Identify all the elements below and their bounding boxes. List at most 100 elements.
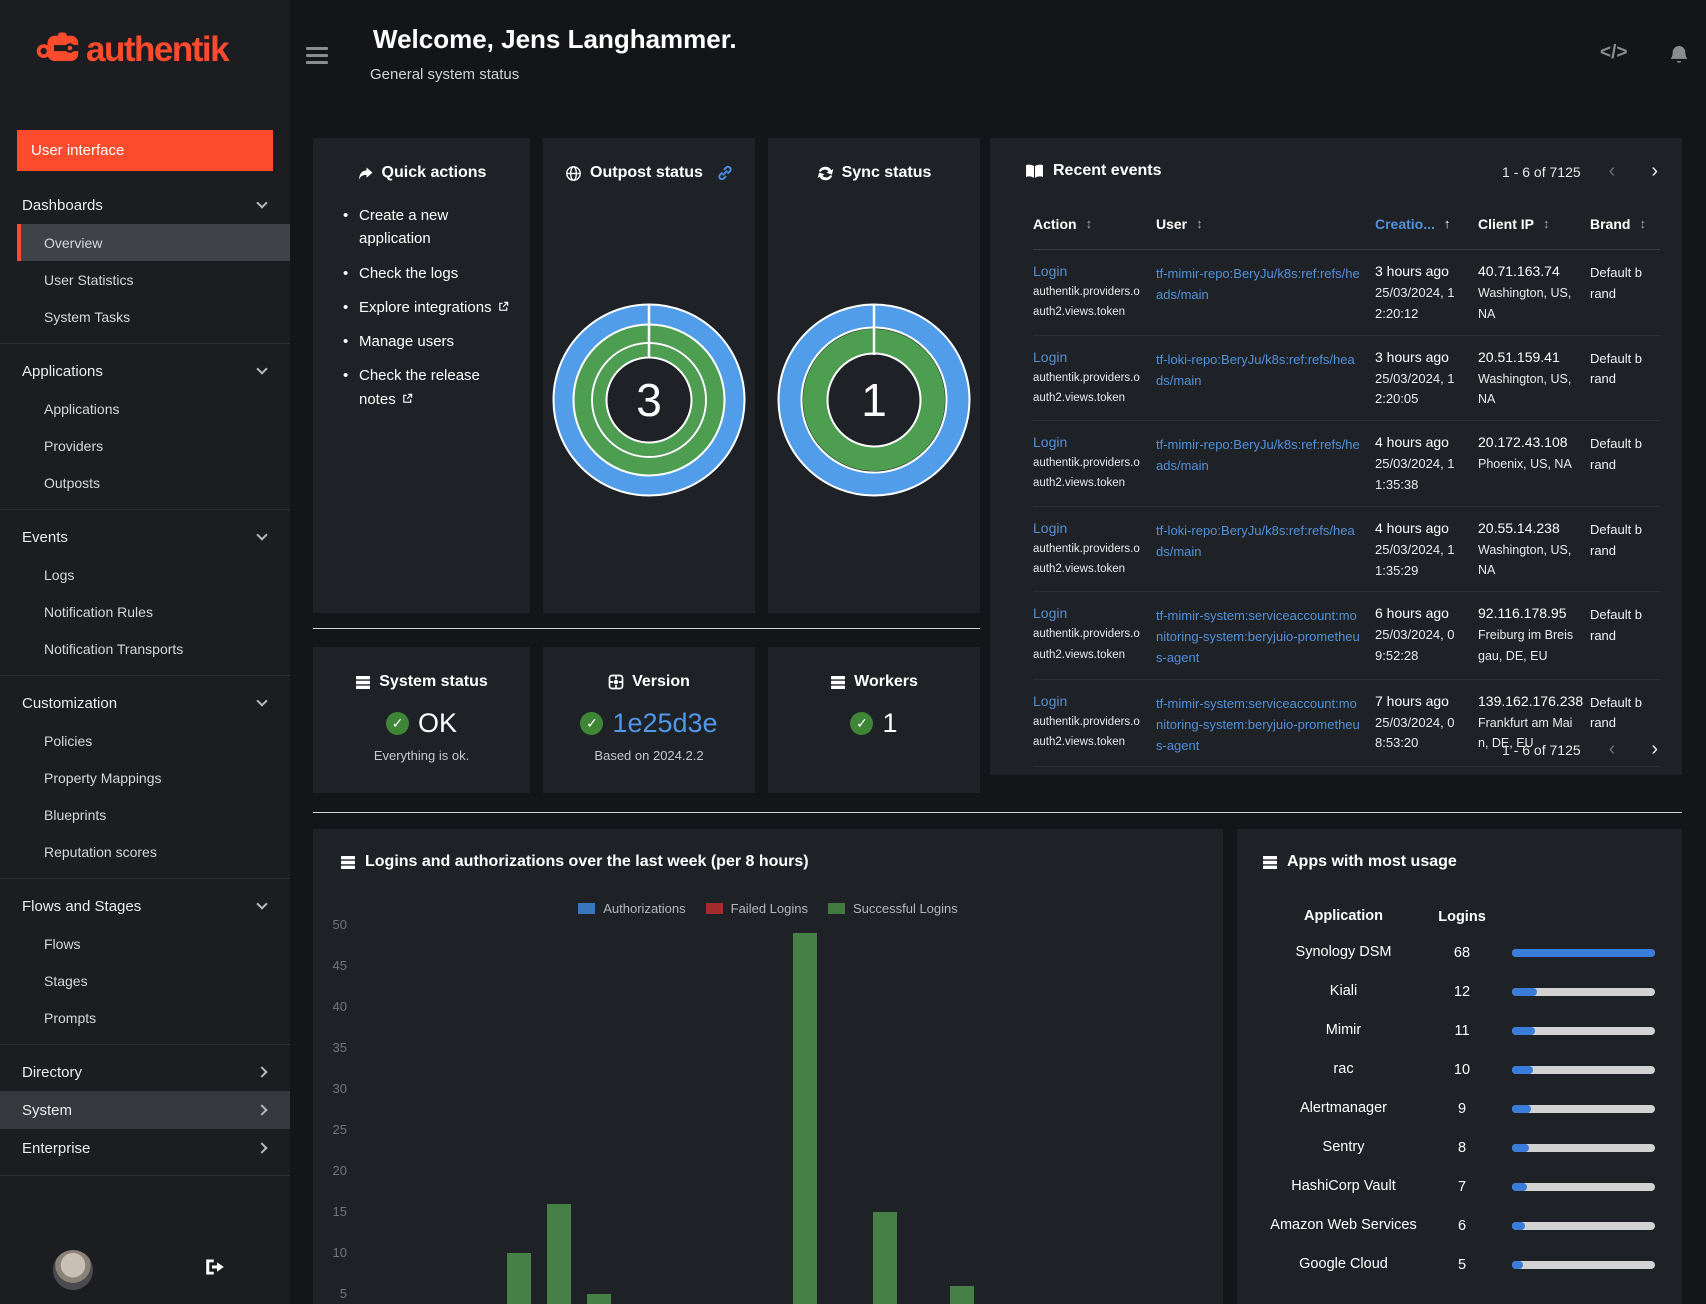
sidebar-item-outposts[interactable]: Outposts — [17, 464, 290, 501]
divider — [313, 628, 980, 629]
sidebar-section-directory[interactable]: Directory — [0, 1053, 290, 1091]
sort-icon: ↕ — [1543, 216, 1550, 231]
sidebar-item-blueprints[interactable]: Blueprints — [17, 796, 290, 833]
sidebar-item-policies[interactable]: Policies — [17, 722, 290, 759]
sidebar-section-applications[interactable]: Applications — [0, 352, 290, 390]
event-user-link[interactable]: tf-mimir-system:serviceaccount:monitorin… — [1156, 605, 1361, 668]
server-icon — [355, 675, 371, 690]
chevron-down-icon — [256, 695, 268, 707]
chevron-down-icon — [256, 898, 268, 910]
divider — [0, 675, 290, 676]
app-login-count: 10 — [1453, 1061, 1471, 1078]
app-usage-row: Sentry 8 — [1237, 1128, 1682, 1167]
chart-bar — [506, 1253, 531, 1304]
quick-action-manage-users[interactable]: Manage users — [343, 330, 520, 354]
logout-icon[interactable] — [205, 1258, 225, 1276]
event-action-link[interactable]: Login — [1033, 349, 1142, 365]
sidebar-item-logs[interactable]: Logs — [17, 556, 290, 593]
chart-bar — [547, 1203, 572, 1304]
sidebar-item-system-tasks[interactable]: System Tasks — [17, 298, 290, 335]
sidebar-section-flows-and-stages[interactable]: Flows and Stages — [0, 887, 290, 925]
prev-page-icon[interactable]: ‹ — [1609, 160, 1616, 183]
outpost-status-title: Outpost status — [590, 164, 703, 181]
app-login-count: 7 — [1457, 1178, 1467, 1195]
quick-action-create-a-new-application[interactable]: Create a new application — [343, 204, 520, 251]
version-subtext: Based on 2024.2.2 — [594, 748, 704, 763]
event-action-link[interactable]: Login — [1033, 520, 1142, 536]
column-header-client-ip[interactable]: Client IP ↕ — [1478, 216, 1590, 232]
column-header-action[interactable]: Action ↕ — [1033, 216, 1156, 232]
event-action-link[interactable]: Login — [1033, 605, 1142, 621]
system-status-card: System status ✓ OK Everything is ok. — [313, 647, 530, 793]
sidebar-section-events[interactable]: Events — [0, 518, 290, 556]
quick-action-explore-integrations[interactable]: Explore integrations — [343, 296, 520, 319]
app-login-count: 9 — [1457, 1100, 1467, 1117]
sidebar-item-overview[interactable]: Overview — [17, 224, 290, 261]
logo-icon — [36, 30, 82, 70]
pagination-label: 1 - 6 of 7125 — [1502, 163, 1581, 180]
user-interface-button[interactable]: User interface — [17, 130, 273, 171]
column-header-brand[interactable]: Brand ↕ — [1590, 216, 1660, 232]
event-location: Washington, US, NA — [1478, 371, 1572, 407]
y-axis-tick: 50 — [332, 917, 347, 932]
event-user-link[interactable]: tf-mimir-system:serviceaccount:monitorin… — [1156, 693, 1361, 756]
event-client-ip: 139.162.176.238 — [1478, 692, 1584, 709]
event-user-link[interactable]: tf-loki-repo:BeryJu/k8s:ref:refs/heads/m… — [1156, 349, 1361, 391]
next-page-icon[interactable]: › — [1651, 738, 1658, 761]
external-link-icon — [400, 393, 413, 404]
y-axis-tick: 35 — [332, 1040, 347, 1055]
app-usage-bar — [1512, 948, 1655, 957]
quick-action-check-the-logs[interactable]: Check the logs — [343, 262, 520, 286]
app-usage-bar — [1512, 1260, 1655, 1269]
sidebar-item-user-statistics[interactable]: User Statistics — [17, 261, 290, 298]
system-status-value: OK — [417, 708, 457, 738]
link-icon[interactable] — [717, 165, 733, 181]
bell-icon[interactable] — [1668, 44, 1690, 68]
sidebar-section-enterprise[interactable]: Enterprise — [0, 1129, 290, 1167]
sidebar-section-label: Applications — [22, 362, 103, 380]
sidebar-section-dashboards[interactable]: Dashboards — [0, 186, 290, 224]
sidebar-item-stages[interactable]: Stages — [17, 962, 290, 999]
quick-action-check-the-release-notes[interactable]: Check the release notes — [343, 364, 520, 411]
sidebar-item-providers[interactable]: Providers — [17, 427, 290, 464]
event-user-link[interactable]: tf-mimir-repo:BeryJu/k8s:ref:refs/heads/… — [1156, 434, 1361, 476]
y-axis-tick: 25 — [332, 1122, 347, 1137]
event-action-link[interactable]: Login — [1033, 434, 1142, 450]
app-name: Kiali — [1329, 982, 1358, 999]
event-time-ago: 3 hours ago — [1375, 263, 1449, 279]
code-icon[interactable]: </> — [1600, 42, 1627, 64]
app-name: Google Cloud — [1299, 1255, 1388, 1272]
check-icon: ✓ — [385, 712, 409, 735]
column-header-user[interactable]: User ↕ — [1156, 216, 1375, 232]
sidebar-item-property-mappings[interactable]: Property Mappings — [17, 759, 290, 796]
sidebar-section-system[interactable]: System — [0, 1091, 290, 1129]
apps-usage-title: Apps with most usage — [1287, 853, 1457, 870]
event-context: authentik.providers.oauth2.views.token — [1033, 542, 1140, 575]
divider — [0, 1044, 290, 1045]
event-user-link[interactable]: tf-mimir-repo:BeryJu/k8s:ref:refs/heads/… — [1156, 263, 1361, 305]
sidebar-item-prompts[interactable]: Prompts — [17, 999, 290, 1036]
sidebar: authentik User interface Dashboards Overv… — [0, 0, 290, 1304]
avatar[interactable] — [53, 1250, 93, 1290]
event-action-link[interactable]: Login — [1033, 263, 1142, 279]
sidebar-item-notification-transports[interactable]: Notification Transports — [17, 630, 290, 667]
next-page-icon[interactable]: › — [1651, 160, 1658, 183]
sidebar-item-reputation-scores[interactable]: Reputation scores — [17, 833, 290, 870]
workers-title: Workers — [854, 673, 918, 690]
sidebar-item-flows[interactable]: Flows — [17, 925, 290, 962]
prev-page-icon[interactable]: ‹ — [1609, 738, 1616, 761]
column-header-creatio-[interactable]: Creatio... ↑ — [1375, 216, 1478, 232]
sidebar-item-applications[interactable]: Applications — [17, 390, 290, 427]
event-user-link[interactable]: tf-loki-repo:BeryJu/k8s:ref:refs/heads/m… — [1156, 520, 1361, 562]
chart-bar — [949, 1285, 974, 1304]
event-brand: Default brand — [1590, 607, 1643, 644]
event-action-link[interactable]: Login — [1033, 693, 1142, 709]
chevron-right-icon — [256, 1104, 268, 1116]
sidebar-item-notification-rules[interactable]: Notification Rules — [17, 593, 290, 630]
chart-bar — [792, 933, 817, 1304]
event-location: Freiburg im Breisgau, DE, EU — [1478, 628, 1574, 663]
event-row: Login authentik.providers.oauth2.views.to… — [1033, 421, 1660, 507]
version-value[interactable]: 1e25d3e — [612, 708, 717, 739]
hamburger-icon[interactable] — [306, 47, 328, 68]
sidebar-section-customization[interactable]: Customization — [0, 684, 290, 722]
